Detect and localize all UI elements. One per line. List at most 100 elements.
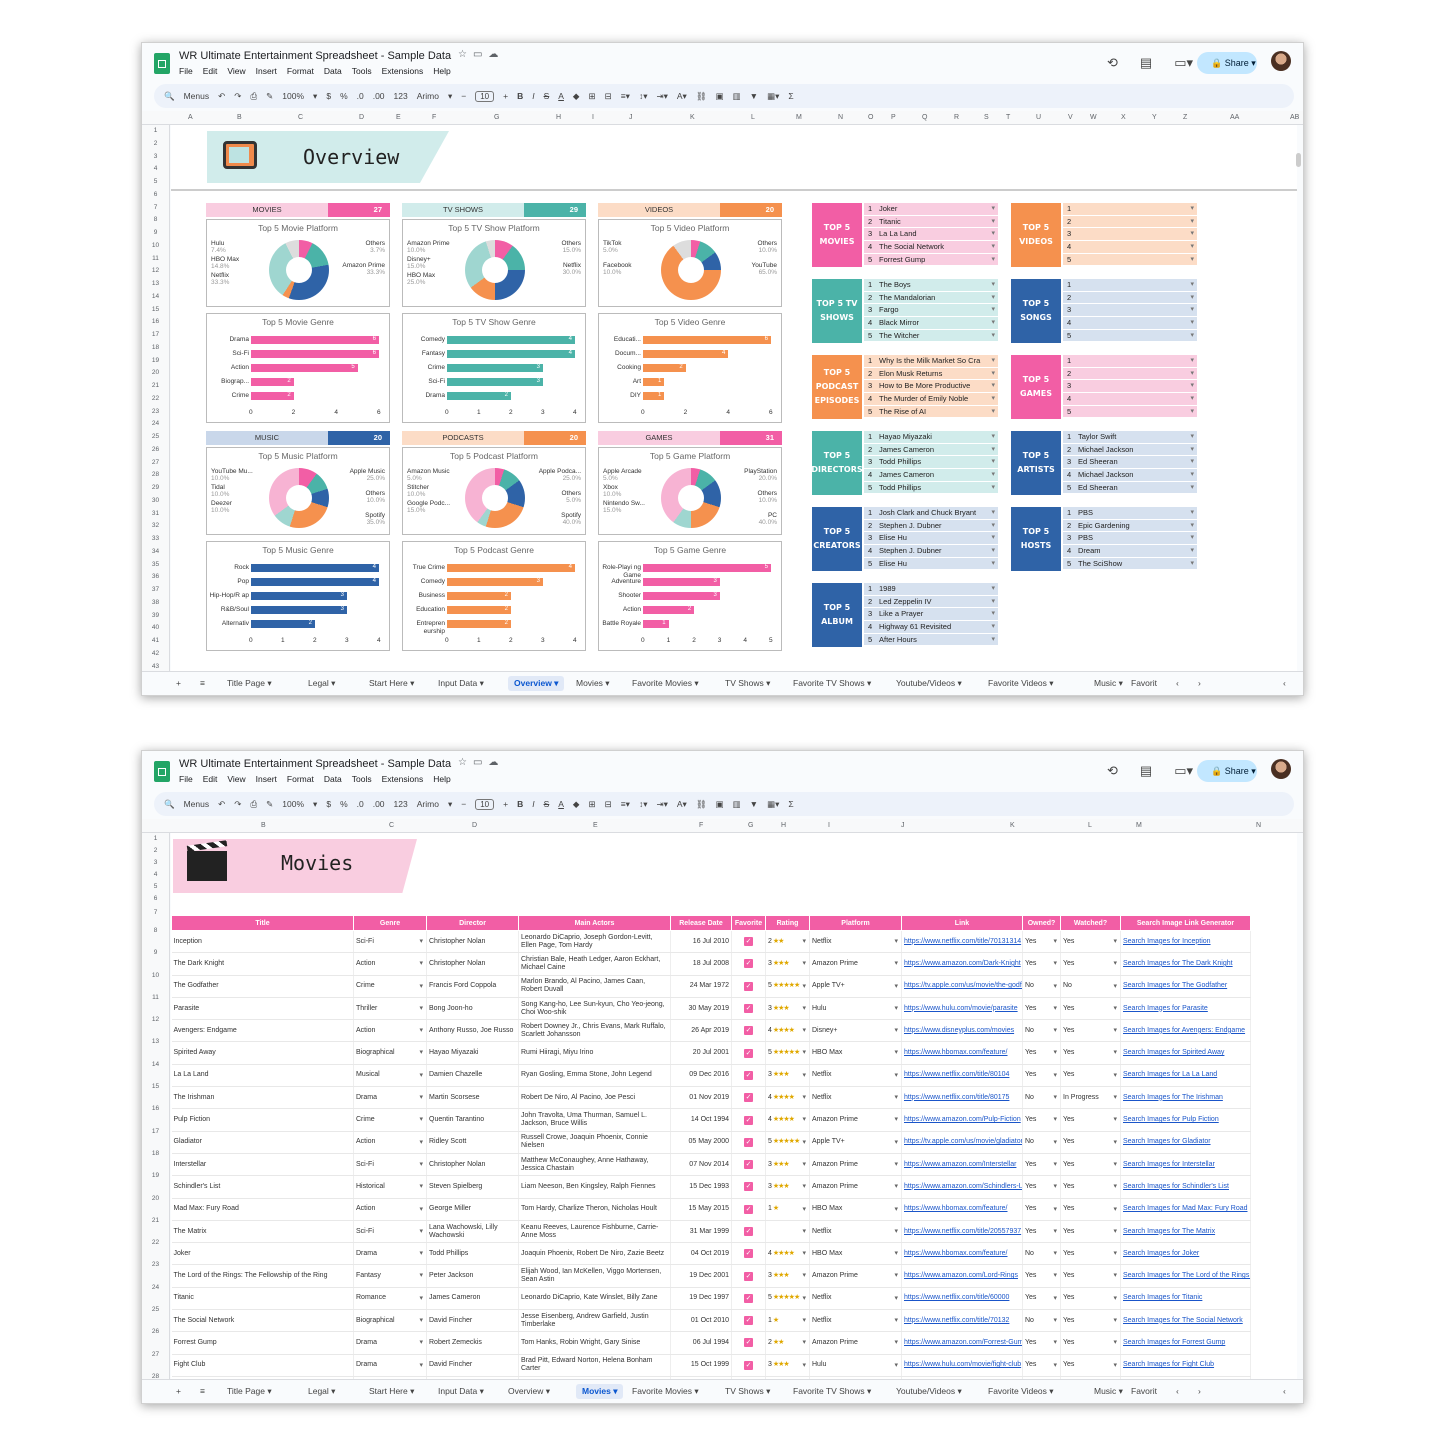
- owned-cell[interactable]: No: [1022, 1242, 1061, 1266]
- column-letter[interactable]: P: [891, 114, 896, 121]
- italic-button[interactable]: I: [532, 91, 534, 101]
- title-cell[interactable]: Avengers: Endgame: [171, 1019, 354, 1043]
- watched-cell[interactable]: Yes: [1060, 1175, 1121, 1199]
- undo-icon[interactable]: ↶: [218, 799, 225, 810]
- top5-item[interactable]: 5: [1063, 253, 1197, 267]
- row-number[interactable]: 16: [142, 1098, 169, 1120]
- column-letter[interactable]: D: [359, 114, 364, 121]
- scroll-right-icon[interactable]: ›: [1198, 678, 1201, 688]
- row-number[interactable]: 23: [142, 406, 169, 419]
- sheet-tab[interactable]: Overview ▾: [508, 1386, 550, 1397]
- watched-cell[interactable]: In Progress: [1060, 1086, 1121, 1110]
- genre-cell[interactable]: Sci-Fi: [353, 1153, 427, 1177]
- column-letter[interactable]: AA: [1230, 114, 1239, 121]
- title-cell[interactable]: Mad Max: Fury Road: [171, 1198, 354, 1221]
- sheet-tab[interactable]: Youtube/Videos ▾: [896, 678, 962, 689]
- watched-cell[interactable]: Yes: [1060, 997, 1121, 1021]
- search-link-cell[interactable]: Search Images for Interstellar: [1120, 1153, 1251, 1177]
- owned-cell[interactable]: No: [1022, 1086, 1061, 1110]
- actors-cell[interactable]: Elijah Wood, Ian McKellen, Viggo Mortens…: [518, 1264, 671, 1288]
- title-cell[interactable]: The Godfather: [171, 975, 354, 998]
- title-cell[interactable]: The Matrix: [171, 1220, 354, 1244]
- release-date-cell[interactable]: 19 Dec 2001: [670, 1264, 732, 1288]
- checkbox-checked-icon[interactable]: ✓: [744, 1316, 753, 1326]
- director-cell[interactable]: Lana Wachowski, Lilly Wachowski: [426, 1220, 519, 1244]
- watched-cell[interactable]: No: [1060, 975, 1121, 998]
- title-cell[interactable]: Joker: [171, 1242, 354, 1266]
- owned-cell[interactable]: Yes: [1022, 997, 1061, 1021]
- history-icon[interactable]: ⟲: [1107, 763, 1118, 779]
- column-letter[interactable]: H: [781, 822, 786, 829]
- wrap-icon[interactable]: ⇥▾: [656, 799, 667, 810]
- row-number[interactable]: 36: [142, 571, 169, 584]
- platform-chart-card[interactable]: Top 5 Music Platform YouTube Mu... 10.0% Ti…: [206, 447, 390, 535]
- column-letter[interactable]: K: [1010, 822, 1015, 829]
- checkbox-checked-icon[interactable]: ✓: [744, 1227, 753, 1236]
- row-number[interactable]: 33: [142, 533, 169, 546]
- meet-icon[interactable]: ▭▾: [1174, 763, 1193, 779]
- column-header-cell[interactable]: Watched?: [1060, 915, 1121, 931]
- checkbox-checked-icon[interactable]: ✓: [744, 1360, 753, 1370]
- top5-item[interactable]: 3: [1063, 380, 1197, 394]
- row-number[interactable]: 15: [142, 1076, 169, 1098]
- zoom-select[interactable]: 100%: [282, 91, 304, 101]
- row-number[interactable]: 21: [142, 1210, 169, 1232]
- actors-cell[interactable]: Russell Crowe, Joaquin Phoenix, Connie N…: [518, 1131, 671, 1154]
- link-cell[interactable]: https://www.disneyplus.com/movies: [901, 1019, 1023, 1043]
- row-number[interactable]: 6: [142, 189, 169, 202]
- genre-cell[interactable]: Musical: [353, 1064, 427, 1088]
- rating-cell[interactable]: 3 ★★★: [765, 1175, 810, 1199]
- director-cell[interactable]: Anthony Russo, Joe Russo: [426, 1019, 519, 1043]
- row-number[interactable]: 13: [142, 278, 169, 291]
- top5-item[interactable]: 5: [1063, 405, 1197, 419]
- checkbox-checked-icon[interactable]: ✓: [744, 1070, 753, 1080]
- percent-button[interactable]: %: [340, 91, 348, 101]
- bar[interactable]: 4: [447, 336, 575, 344]
- search-link-cell[interactable]: Search Images for The Lord of the Rings:…: [1120, 1264, 1251, 1288]
- number-format-button[interactable]: 123: [394, 799, 408, 809]
- column-header-cell[interactable]: Rating: [765, 915, 810, 931]
- bar[interactable]: 2: [643, 606, 695, 614]
- actors-cell[interactable]: Ryan Gosling, Emma Stone, John Legend: [518, 1064, 671, 1088]
- row-number[interactable]: 8: [142, 920, 169, 942]
- search-icon[interactable]: 🔍: [164, 91, 175, 102]
- watched-cell[interactable]: Yes: [1060, 1153, 1121, 1177]
- row-number[interactable]: 12: [142, 265, 169, 278]
- sheet-tab[interactable]: TV Shows ▾: [725, 1386, 770, 1397]
- column-letter[interactable]: N: [838, 114, 843, 121]
- bar[interactable]: 4: [447, 350, 575, 358]
- row-number[interactable]: 11: [142, 987, 169, 1009]
- top5-item[interactable]: 4: [1063, 241, 1197, 254]
- actors-cell[interactable]: Liam Neeson, Ben Kingsley, Ralph Fiennes: [518, 1175, 671, 1199]
- column-letter[interactable]: J: [629, 114, 633, 121]
- row-number[interactable]: 7: [142, 905, 169, 920]
- menus-button[interactable]: Menus: [184, 799, 210, 809]
- director-cell[interactable]: Christopher Nolan: [426, 1153, 519, 1177]
- row-number[interactable]: 19: [142, 1165, 169, 1187]
- valign-icon[interactable]: ↕▾: [639, 91, 648, 102]
- bar[interactable]: 6: [643, 336, 771, 344]
- title-cell[interactable]: Pulp Fiction: [171, 1108, 354, 1132]
- strikethrough-button[interactable]: S: [544, 91, 550, 101]
- genre-chart-card[interactable]: Top 5 Video Genre Educati... 6 Docum... 4 Coo…: [598, 313, 782, 423]
- top5-item[interactable]: 4 Stephen J. Dubner: [864, 545, 998, 558]
- strikethrough-button[interactable]: S: [544, 799, 550, 809]
- font-size-minus[interactable]: −: [461, 799, 466, 809]
- genre-cell[interactable]: Drama: [353, 1086, 427, 1110]
- link-cell[interactable]: https://www.netflix.com/title/20557937: [901, 1220, 1023, 1244]
- top5-item[interactable]: 5 Elise Hu: [864, 557, 998, 571]
- row-number[interactable]: 8: [142, 214, 169, 227]
- title-cell[interactable]: Spirited Away: [171, 1041, 354, 1065]
- release-date-cell[interactable]: 19 Dec 1997: [670, 1287, 732, 1311]
- owned-cell[interactable]: Yes: [1022, 1264, 1061, 1288]
- link-cell[interactable]: https://www.amazon.com/Interstellar: [901, 1153, 1023, 1177]
- favorite-checkbox[interactable]: ✓: [731, 1131, 766, 1154]
- release-date-cell[interactable]: 09 Dec 2016: [670, 1064, 732, 1088]
- genre-cell[interactable]: Biographical: [353, 1041, 427, 1065]
- link-icon[interactable]: ⛓: [696, 91, 707, 102]
- genre-cell[interactable]: Action: [353, 1019, 427, 1043]
- sheet-tab[interactable]: Favorite Videos ▾: [988, 1386, 1054, 1397]
- search-link-cell[interactable]: Search Images for The Irishman: [1120, 1086, 1251, 1110]
- top5-item[interactable]: 2 James Cameron: [864, 443, 998, 457]
- top5-item[interactable]: 1 Why Is the Milk Market So Cra: [864, 355, 998, 368]
